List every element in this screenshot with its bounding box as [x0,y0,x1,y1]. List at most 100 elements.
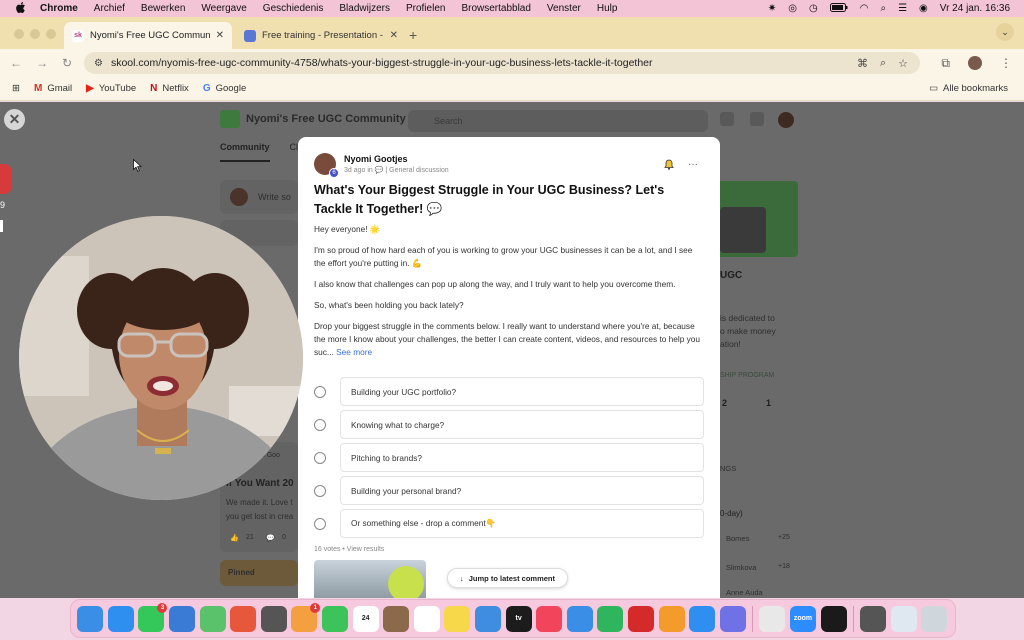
keynote-brown-icon[interactable] [383,605,410,632]
poll-option-label[interactable]: Building your UGC portfolio? [340,377,704,406]
poll-option-label[interactable]: Building your personal brand? [340,476,704,505]
close-tab-icon[interactable]: ✕ [390,30,398,41]
siri-icon[interactable]: ◉ [919,3,928,14]
zoom-icon[interactable]: zoom [789,605,816,632]
tab-search-chevron-icon[interactable]: ⌄ [996,23,1014,41]
launchpad-icon[interactable] [230,605,257,632]
system-settings-icon[interactable] [719,605,746,632]
safari-icon[interactable] [107,605,134,632]
maps-icon[interactable] [199,605,226,632]
messages-icon[interactable]: 3 [138,602,168,632]
poll-option[interactable]: Pitching to brands? [314,443,704,472]
bell-icon[interactable] [664,159,674,173]
close-modal-button[interactable]: ✕ [4,109,25,130]
acrobat-icon[interactable] [627,605,654,632]
tab-community[interactable]: Community [220,142,270,162]
bookmark-star-icon[interactable]: ☆ [898,57,908,70]
pinned-card[interactable]: Pinned [220,560,298,586]
see-more-link[interactable]: See more [336,347,372,357]
poll-option[interactable]: Knowing what to charge? [314,410,704,439]
music-icon[interactable] [536,605,563,632]
radio-button[interactable] [314,418,326,431]
window-controls[interactable] [14,29,56,39]
menu-item[interactable]: Hulp [597,3,618,14]
side-program[interactable]: SHIP PROGRAM [720,372,774,379]
back-arrow-icon[interactable]: ← [10,56,22,70]
tab-skool[interactable]: sk Nyomi's Free UGC Communit ✕ [64,22,232,49]
chatgpt-icon[interactable] [260,605,287,632]
close-window-dot[interactable] [14,29,24,39]
chat-icon[interactable] [720,112,734,126]
menu-item[interactable]: Weergave [201,3,246,14]
poll-option-label[interactable]: Or something else - drop a comment👇 [340,509,704,538]
control-center-icon[interactable]: ☰ [898,3,907,14]
bookmark-youtube[interactable]: ▶ YouTube [86,83,136,94]
reminders-icon[interactable] [413,605,440,632]
calendar-icon[interactable]: 24 [352,605,379,632]
menu-app-name[interactable]: Chrome [40,3,78,14]
translate-icon[interactable]: ⌘ [857,57,868,70]
notes-icon[interactable] [444,605,471,632]
author-name[interactable]: Nyomi Gootjes [344,154,449,164]
bookmark-netflix[interactable]: N Netflix [150,83,189,94]
comment-icon[interactable]: 💬 [266,534,275,542]
search-input[interactable]: Search [408,110,708,132]
creative-cloud-icon[interactable]: ◎ [788,3,797,14]
capcut-icon[interactable] [820,605,847,632]
all-bookmarks[interactable]: ▭ Alle bookmarks [929,83,1008,94]
notifications-bell-icon[interactable] [750,112,764,126]
community-header[interactable]: Nyomi's Free UGC Community ⌃ [220,110,418,128]
chrome-icon[interactable] [759,605,786,632]
bookmark-google[interactable]: G Google [203,83,246,94]
menu-item[interactable]: Venster [547,3,581,14]
app-store-icon[interactable] [689,605,716,632]
radio-button[interactable] [314,385,326,398]
pages-icon[interactable] [658,605,685,632]
more-options-icon[interactable]: ··· [688,159,698,173]
post-image-thumbnail[interactable] [314,560,426,598]
wifi-icon[interactable]: ◠ [860,3,869,14]
menu-item[interactable]: Bladwijzers [339,3,390,14]
menu-item[interactable]: Bewerken [141,3,185,14]
zoom-window-dot[interactable] [46,29,56,39]
jump-to-latest-comment-button[interactable]: ↓ Jump to latest comment [447,568,569,588]
battery-icon[interactable] [829,2,848,15]
profile-avatar[interactable] [968,56,982,70]
minimize-window-dot[interactable] [30,29,40,39]
user-avatar[interactable] [778,112,794,128]
radio-button[interactable] [314,451,326,464]
address-bar[interactable]: ⚙ skool.com/nyomis-free-ugc-community-47… [84,52,920,74]
write-post-card[interactable]: Write so [220,180,298,214]
radio-button[interactable] [314,484,326,497]
photos-icon[interactable]: 1 [291,602,321,632]
apple-tv-icon[interactable]: tv [505,605,532,632]
numbers-icon[interactable] [597,605,624,632]
preview-icon[interactable] [890,605,917,632]
photo-doc-icon[interactable] [860,605,887,632]
poll-option[interactable]: Building your UGC portfolio? [314,377,704,406]
apps-grid-icon[interactable]: ⊞ [12,83,20,94]
radio-button[interactable] [314,517,326,530]
tab-presentation[interactable]: Free training - Presentation - ✕ [236,22,406,49]
poll-option[interactable]: Or something else - drop a comment👇 [314,509,704,538]
menu-item[interactable]: Profielen [406,3,445,14]
gear-status-icon[interactable]: ✷ [768,3,776,14]
reload-icon[interactable]: ↻ [62,56,72,70]
recording-indicator[interactable] [0,164,12,194]
apple-icon[interactable] [12,1,30,16]
search-icon[interactable]: ⌕ [880,3,886,14]
extensions-icon[interactable]: ⧉ [941,56,950,71]
new-tab-button[interactable]: + [409,27,417,43]
clock-text[interactable]: Vr 24 jan. 16:36 [940,3,1010,14]
menu-item[interactable]: Browsertabblad [461,3,530,14]
more-menu-icon[interactable]: ⋮ [1000,56,1012,71]
mail-icon[interactable] [169,605,196,632]
keynote-icon[interactable] [566,605,593,632]
like-icon[interactable]: 👍 [230,534,239,542]
poll-option-label[interactable]: Knowing what to charge? [340,410,704,439]
time-machine-icon[interactable]: ◷ [809,3,818,14]
trash-icon[interactable] [921,605,948,632]
poll-option-label[interactable]: Pitching to brands? [340,443,704,472]
facetime-icon[interactable] [322,605,349,632]
menu-item[interactable]: Archief [94,3,125,14]
